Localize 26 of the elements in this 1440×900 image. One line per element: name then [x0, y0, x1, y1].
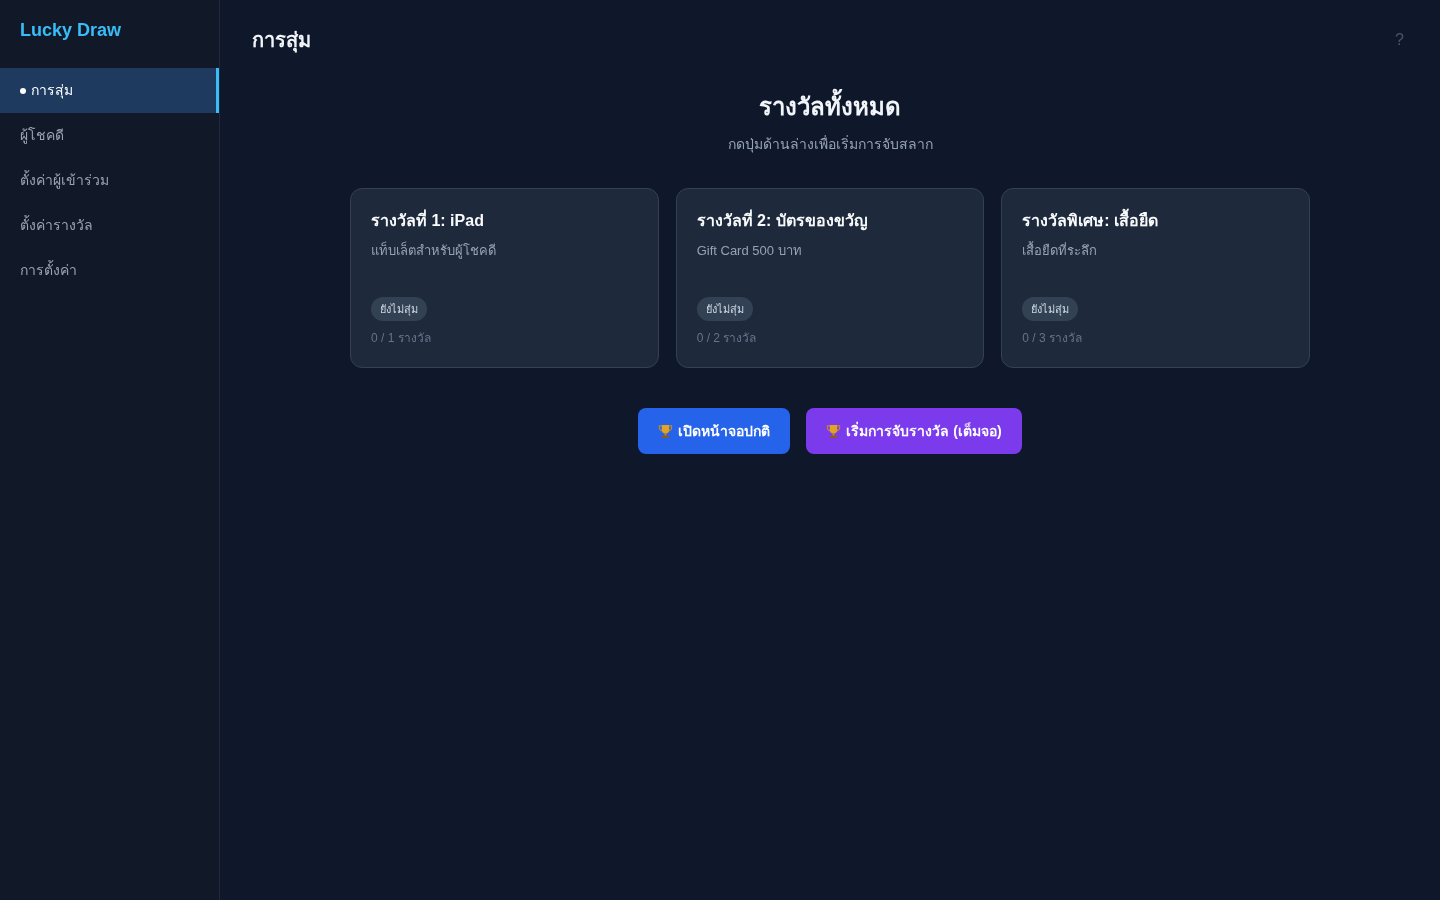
section-title: รางวัลทั้งหมด: [757, 88, 903, 126]
prize-count: 0 / 2 รางวัล: [696, 330, 757, 347]
sidebar-item[interactable]: ผู้โชคดี: [0, 113, 219, 158]
trophy-icon: [658, 423, 674, 439]
status-badge: ยังไม่สุ่ม: [371, 296, 427, 321]
fullscreen-draw-button[interactable]: เริ่มการจับรางวัล (เต็มจอ): [806, 408, 1022, 454]
prize-description: เสื้อยืดที่ระลึก: [1022, 241, 1099, 260]
sidebar-item[interactable]: การตั้งค่า: [0, 248, 219, 293]
page-title: การสุ่ม: [252, 28, 311, 55]
section-subtitle: กดปุ่มด้านล่างเพื่อเริ่มการจับสลาก: [727, 134, 933, 155]
sidebar-item[interactable]: การสุ่ม: [0, 68, 219, 113]
app-title: Lucky Draw: [19, 19, 123, 42]
status-badge: ยังไม่สุ่ม: [1022, 296, 1079, 321]
prize-count: 0 / 1 รางวัล: [371, 330, 431, 347]
prize-title: รางวัลที่ 2: บัตรของขวัญ: [696, 209, 964, 233]
prize-description: Gift Card 500 บาท: [696, 242, 803, 260]
bullet-icon: [20, 87, 26, 94]
prize-count: 0 / 3 รางวัล: [1022, 330, 1082, 347]
sidebar-item[interactable]: ตั้งค่ารางวัล: [0, 203, 219, 248]
prize-title: รางวัลพิเศษ: เสื้อยืด: [1022, 209, 1289, 233]
status-badge: ยังไม่สุ่ม: [696, 296, 753, 321]
prize-description: แท็บเล็ตสำหรับผู้โชคดี: [371, 241, 497, 261]
sidebar-item[interactable]: ตั้งค่าผู้เข้าร่วม: [0, 158, 219, 203]
open-screen-button[interactable]: เปิดหน้าจอปกติ: [638, 408, 791, 454]
trophy-icon: [826, 423, 842, 439]
prize-title: รางวัลที่ 1: iPad: [371, 209, 638, 233]
